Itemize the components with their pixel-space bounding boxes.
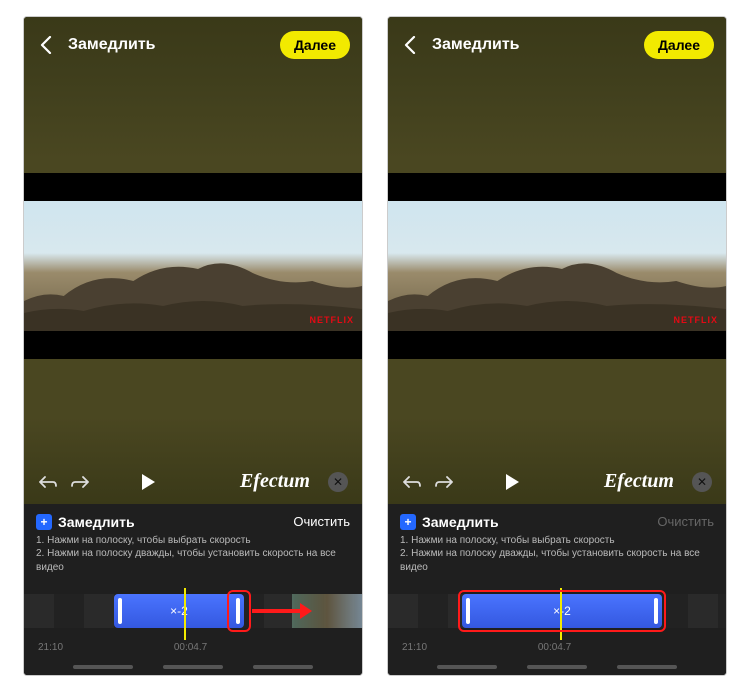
- segment-speed-label: ×-2: [553, 604, 571, 618]
- next-button[interactable]: Далее: [280, 31, 350, 59]
- timeline[interactable]: ×-2: [24, 582, 362, 642]
- time-row: 21:10 00:04.7: [388, 642, 726, 659]
- segment-handle-left[interactable]: [466, 598, 470, 624]
- player-controls: Efectum ✕: [388, 460, 726, 504]
- home-indicator: [24, 659, 362, 675]
- plus-icon: +: [36, 514, 52, 530]
- segment-handle-left[interactable]: [118, 598, 122, 624]
- phone-screen-right: Замедлить Далее NETFLIX: [387, 16, 727, 676]
- letterbox: [388, 331, 726, 359]
- current-time: 00:04.7: [174, 642, 207, 653]
- brand-label: Efectum: [240, 470, 310, 493]
- header: Замедлить Далее: [24, 17, 362, 73]
- clear-button[interactable]: Очистить: [657, 514, 714, 529]
- effect-title: Замедлить: [58, 514, 135, 530]
- speed-segment[interactable]: ×-2: [114, 594, 244, 628]
- player-controls: Efectum ✕: [24, 460, 362, 504]
- playhead[interactable]: [560, 588, 562, 640]
- undo-button[interactable]: [38, 472, 58, 492]
- back-button[interactable]: [400, 35, 420, 55]
- playhead[interactable]: [184, 588, 186, 640]
- close-brand-button[interactable]: ✕: [328, 472, 348, 492]
- undo-button[interactable]: [402, 472, 422, 492]
- segment-handle-right[interactable]: [236, 598, 240, 624]
- plus-icon: +: [400, 514, 416, 530]
- total-time: 21:10: [38, 642, 63, 653]
- phone-screen-left: Замедлить Далее NETFLIX: [23, 16, 363, 676]
- page-title: Замедлить: [68, 36, 268, 54]
- timeline[interactable]: ×-2: [388, 582, 726, 642]
- effect-title: Замедлить: [422, 514, 499, 530]
- watermark: NETFLIX: [674, 315, 719, 325]
- hint-2: 2. Нажми на полоску дважды, чтобы устано…: [36, 547, 350, 574]
- total-time: 21:10: [402, 642, 427, 653]
- hint-2: 2. Нажми на полоску дважды, чтобы устано…: [400, 547, 714, 574]
- header: Замедлить Далее: [388, 17, 726, 73]
- segment-handle-right[interactable]: [654, 598, 658, 624]
- close-brand-button[interactable]: ✕: [692, 472, 712, 492]
- effect-panel: + Замедлить Очистить 1. Нажми на полоску…: [24, 504, 362, 583]
- play-button[interactable]: [137, 471, 159, 493]
- current-time: 00:04.7: [538, 642, 571, 653]
- time-row: 21:10 00:04.7: [24, 642, 362, 659]
- watermark: NETFLIX: [310, 315, 355, 325]
- video-preview[interactable]: NETFLIX Efectum ✕: [388, 73, 726, 504]
- hints: 1. Нажми на полоску, чтобы выбрать скоро…: [36, 534, 350, 575]
- next-button[interactable]: Далее: [644, 31, 714, 59]
- video-frame: NETFLIX: [24, 201, 362, 331]
- letterbox: [388, 173, 726, 201]
- hints: 1. Нажми на полоску, чтобы выбрать скоро…: [400, 534, 714, 575]
- play-button[interactable]: [501, 471, 523, 493]
- page-title: Замедлить: [432, 36, 632, 54]
- video-preview[interactable]: NETFLIX Efectum ✕: [24, 73, 362, 504]
- hint-1: 1. Нажми на полоску, чтобы выбрать скоро…: [36, 534, 350, 548]
- brand-label: Efectum: [604, 470, 674, 493]
- hint-1: 1. Нажми на полоску, чтобы выбрать скоро…: [400, 534, 714, 548]
- redo-button[interactable]: [434, 472, 454, 492]
- effect-panel: + Замедлить Очистить 1. Нажми на полоску…: [388, 504, 726, 583]
- video-frame: NETFLIX: [388, 201, 726, 331]
- letterbox: [24, 173, 362, 201]
- back-button[interactable]: [36, 35, 56, 55]
- home-indicator: [388, 659, 726, 675]
- letterbox: [24, 331, 362, 359]
- redo-button[interactable]: [70, 472, 90, 492]
- speed-segment[interactable]: ×-2: [462, 594, 662, 628]
- annotation-arrow: [252, 605, 312, 617]
- clear-button[interactable]: Очистить: [293, 514, 350, 529]
